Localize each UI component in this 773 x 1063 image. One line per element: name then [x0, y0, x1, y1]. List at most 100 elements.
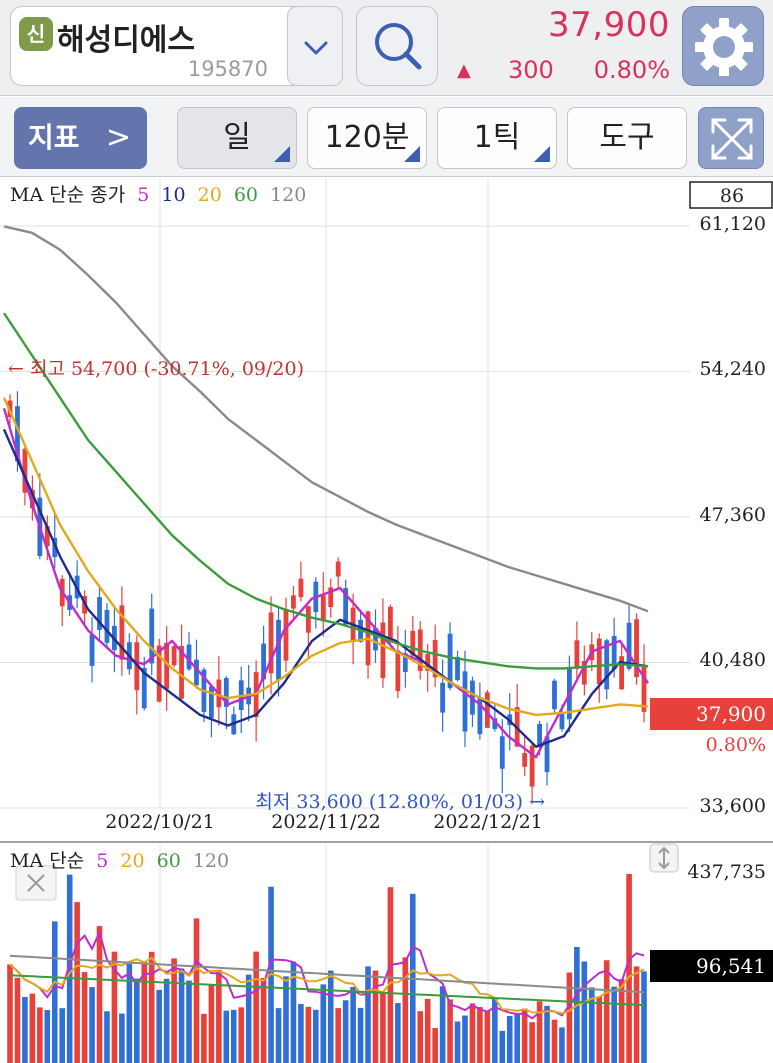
legend-title: MA 단순 종가	[10, 184, 126, 206]
candle-body	[380, 622, 386, 679]
volume-bar	[201, 1013, 207, 1063]
tools-button[interactable]: 도구	[567, 107, 687, 169]
corner-triangle-icon	[274, 146, 290, 162]
settings-button[interactable]	[682, 6, 764, 86]
y-axis-label: 47,360	[700, 504, 766, 526]
volume-bar	[238, 1007, 245, 1063]
fullscreen-button[interactable]	[698, 107, 764, 169]
volume-bar	[260, 978, 267, 1063]
volume-bar	[305, 1006, 312, 1063]
current-price-tag: 37,900	[696, 702, 766, 726]
x-axis-label: 2022/10/21	[105, 811, 215, 833]
volume-bar	[499, 1030, 506, 1063]
change-percent: 0.80%	[593, 56, 670, 84]
volume-bar	[454, 1021, 461, 1063]
volume-bar	[320, 984, 327, 1063]
volume-bar	[37, 1007, 43, 1063]
candle-body	[462, 671, 468, 732]
stock-dropdown-button[interactable]	[287, 6, 343, 86]
volume-bar	[335, 1008, 341, 1063]
volume-bar	[380, 991, 386, 1063]
y-axis-label: 33,600	[700, 795, 766, 817]
volume-bar	[551, 1019, 558, 1063]
volume-bar	[81, 972, 88, 1063]
low-annotation: 최저 33,600 (12.80%, 01/03) →	[255, 791, 545, 813]
period-minute-label: 120분	[324, 120, 410, 155]
volume-bar	[253, 951, 259, 1063]
corner-triangle-icon	[404, 146, 420, 162]
period-day-label: 일	[223, 120, 251, 155]
corner-triangle-icon	[534, 146, 550, 162]
chevron-down-icon	[304, 41, 328, 55]
volume-bar	[245, 974, 252, 1063]
volume-bar	[223, 1010, 230, 1063]
volume-ma-legend: MA 단순 5 20 60 120	[10, 846, 235, 873]
volume-y-top: 437,735	[687, 861, 766, 883]
legend-ma5: 5	[137, 184, 150, 206]
candle-body	[388, 606, 393, 639]
candle-body	[320, 595, 326, 622]
volume-bar	[633, 966, 640, 1063]
volume-bar	[186, 980, 192, 1063]
chart-toolbar: 지표 > 일 120분 1틱 도구	[0, 97, 773, 177]
stock-header: 신 해성디에스 195870 37,900 ▲ 300 0.80%	[0, 0, 773, 96]
expand-icon	[711, 118, 753, 160]
x-axis-label: 2022/11/22	[271, 811, 381, 833]
count-box-value: 86	[720, 185, 744, 207]
legend-ma10: 10	[161, 184, 186, 206]
volume-bar	[559, 1027, 565, 1063]
candle-body	[283, 610, 289, 661]
volume-bar	[126, 963, 133, 1063]
volume-bar	[350, 986, 356, 1063]
volume-bar	[484, 1010, 491, 1063]
candle-body	[574, 640, 580, 670]
volume-bar	[193, 918, 200, 1063]
candle-body	[305, 606, 311, 633]
volume-bar	[342, 1000, 349, 1063]
y-axis-label: 61,120	[700, 213, 766, 235]
volume-bars	[7, 873, 647, 1063]
period-day-button[interactable]: 일	[177, 107, 297, 169]
volume-bar	[22, 996, 28, 1063]
volume-bar	[521, 1008, 528, 1063]
candle-body	[455, 656, 460, 681]
volume-bar	[611, 986, 617, 1063]
volume-bar	[372, 970, 379, 1063]
volume-bar	[439, 986, 446, 1063]
volume-legend-title: MA 단순	[10, 850, 85, 872]
stock-name: 해성디에스	[57, 23, 195, 58]
price-volume-chart[interactable]: 61,120 54,240 47,360 40,480 33,600 86 37…	[0, 178, 773, 1063]
credit-badge: 신	[19, 17, 53, 51]
candle-body	[194, 659, 199, 686]
legend-ma120: 120	[270, 184, 307, 206]
volume-bar	[469, 1003, 476, 1063]
volume-bar	[536, 1001, 543, 1063]
volume-bar	[641, 971, 647, 1063]
volume-bar	[581, 961, 588, 1063]
search-button[interactable]	[356, 6, 438, 86]
volume-bar	[402, 957, 409, 1063]
candle-body	[440, 682, 446, 713]
current-price: 37,900	[548, 5, 670, 45]
volume-bar	[566, 972, 573, 1063]
y-axis-label: 40,480	[700, 649, 766, 671]
indicator-button[interactable]: 지표 >	[14, 107, 147, 169]
current-pct-tag: 0.80%	[706, 734, 766, 756]
volume-ma-line-60	[9, 974, 645, 1007]
volume-bar	[529, 1022, 535, 1063]
candle-body	[522, 753, 528, 767]
volume-bar	[51, 921, 58, 1063]
candle-body	[208, 686, 214, 719]
period-minute-button[interactable]: 120분	[307, 107, 427, 169]
volume-bar	[44, 1010, 51, 1063]
volume-legend-ma20: 20	[120, 850, 145, 872]
tick-button[interactable]: 1틱	[437, 107, 557, 169]
gear-icon	[695, 18, 753, 76]
candle-body	[335, 561, 341, 577]
volume-bar	[298, 1004, 304, 1063]
volume-ma-line-5	[9, 929, 645, 1020]
candle-body	[89, 634, 95, 666]
volume-bar	[432, 1027, 438, 1063]
candle-body	[104, 609, 110, 643]
chart-area[interactable]: 61,120 54,240 47,360 40,480 33,600 86 37…	[0, 178, 773, 1063]
